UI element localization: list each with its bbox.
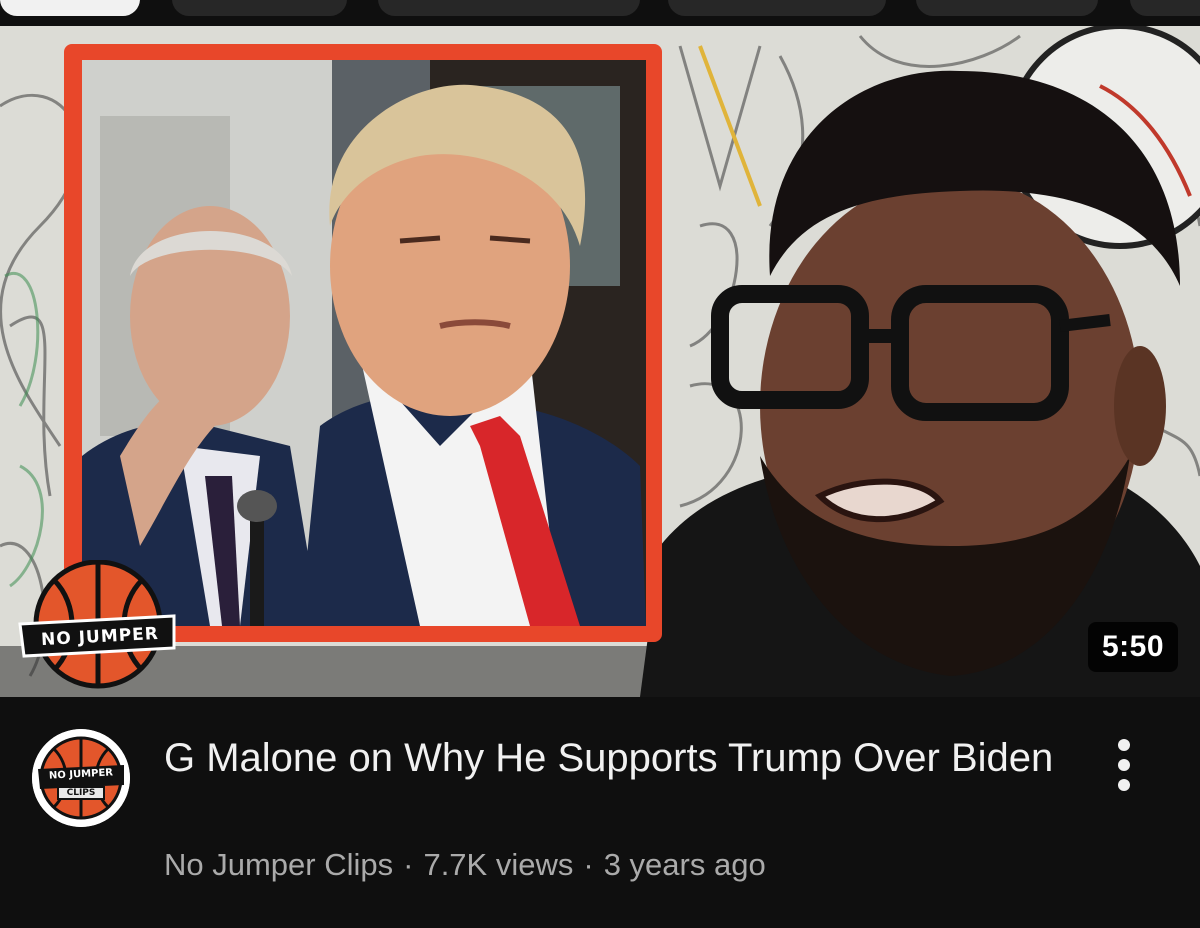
channel-name[interactable]: No Jumper Clips: [164, 847, 393, 882]
filter-chip[interactable]: [668, 0, 886, 16]
video-thumbnail[interactable]: NO JUMPER 5:50: [0, 26, 1200, 697]
filter-chip[interactable]: [172, 0, 347, 16]
video-info: NO JUMPER CLIPS G Malone on Why He Suppo…: [0, 697, 1200, 928]
video-title[interactable]: G Malone on Why He Supports Trump Over B…: [164, 731, 1064, 786]
duration-badge: 5:50: [1087, 622, 1178, 672]
upload-age: 3 years ago: [603, 847, 766, 882]
more-options-button[interactable]: [1100, 735, 1148, 795]
filter-chip[interactable]: [378, 0, 640, 16]
filter-chip-bar: [0, 0, 1200, 26]
video-metadata: No Jumper Clips · 7.7K views · 3 years ago: [164, 847, 766, 883]
filter-chip[interactable]: [1130, 0, 1200, 16]
view-count: 7.7K views: [423, 847, 574, 882]
filter-chip[interactable]: [916, 0, 1098, 16]
avatar-clips-text: CLIPS: [66, 788, 96, 798]
filter-chip[interactable]: [0, 0, 140, 16]
meta-separator: ·: [583, 847, 594, 882]
thumbnail-image: [0, 26, 1200, 697]
channel-avatar[interactable]: NO JUMPER CLIPS: [32, 729, 130, 827]
meta-separator: ·: [403, 847, 414, 882]
